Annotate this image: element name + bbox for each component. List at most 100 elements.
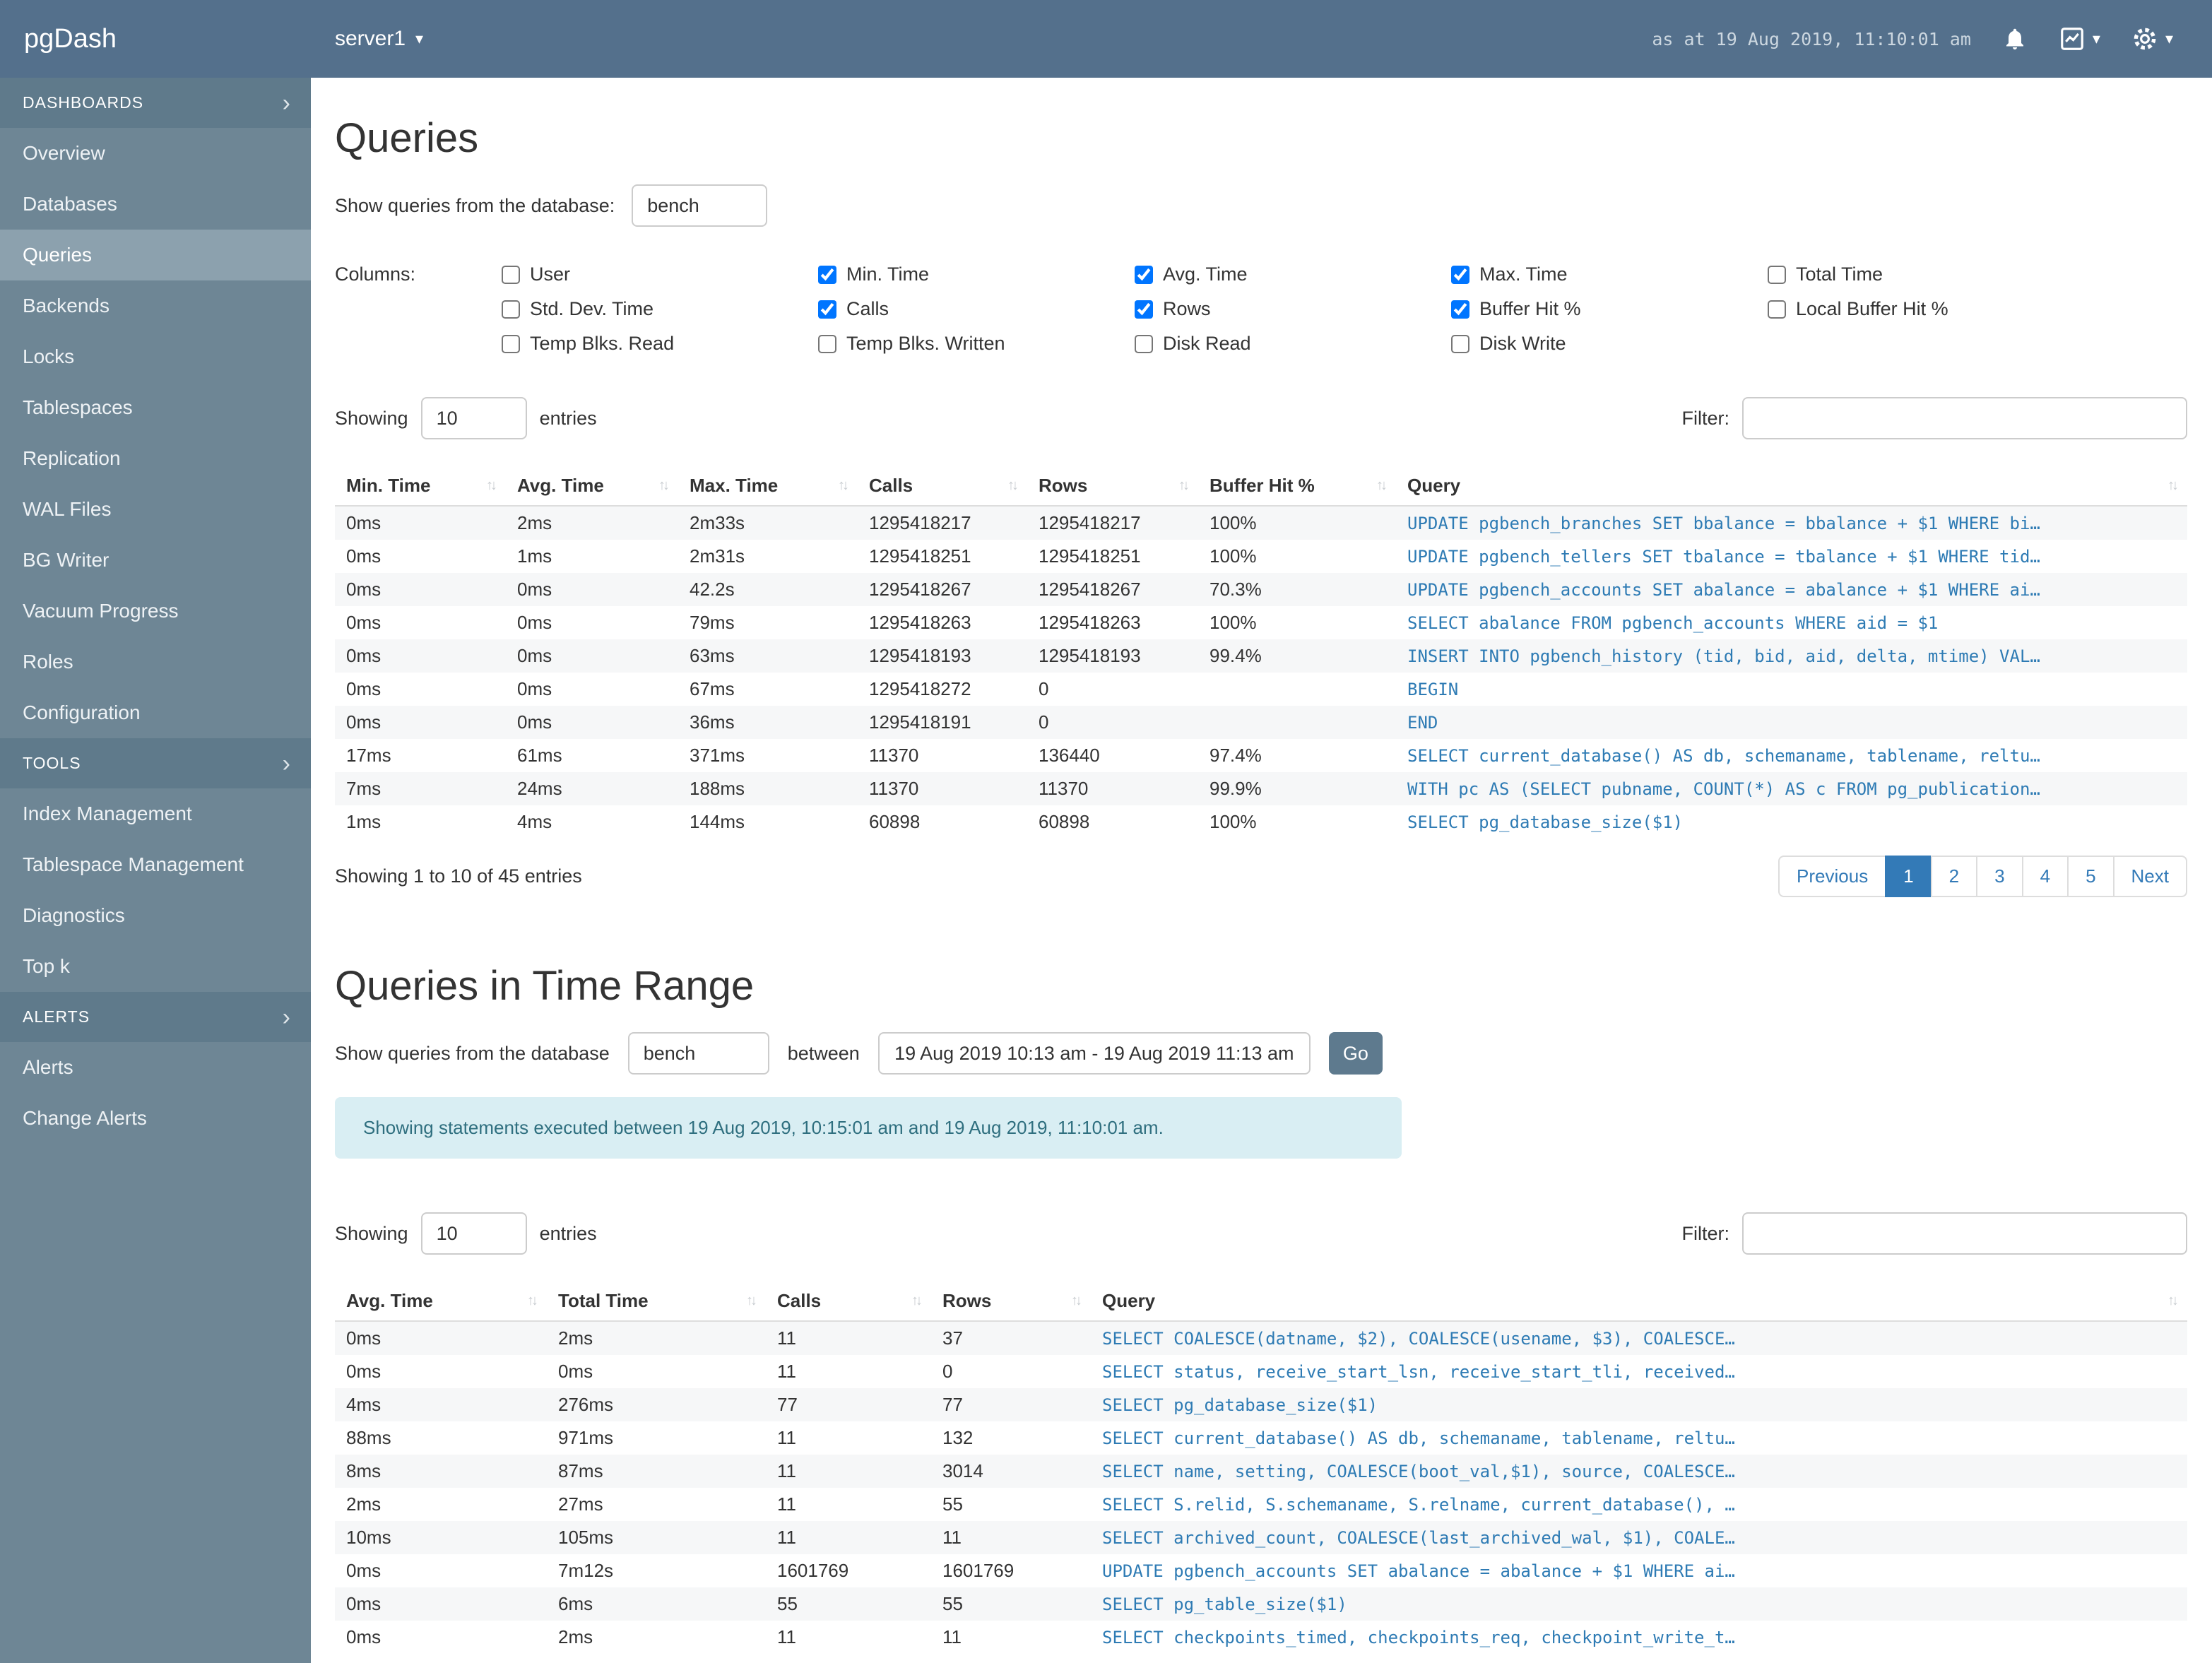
column-header-avg-time[interactable]: Avg. Time ↑↓ [335,1283,547,1322]
column-option-disk-write[interactable]: Disk Write [1451,333,1768,355]
sidebar-item-bg-writer[interactable]: BG Writer [0,535,311,586]
column-header-rows[interactable]: Rows ↑↓ [931,1283,1091,1322]
checkbox-user[interactable] [502,265,520,284]
checkbox-disk-write[interactable] [1451,334,1469,353]
checkbox-buffer-hit[interactable] [1451,300,1469,319]
sidebar-item-backends[interactable]: Backends [0,280,311,331]
query-link[interactable]: SELECT archived_count, COALESCE(last_arc… [1102,1528,1735,1548]
column-header-buffer-hit[interactable]: Buffer Hit % ↑↓ [1198,468,1396,507]
query-link[interactable]: SELECT abalance FROM pgbench_accounts WH… [1407,613,1938,633]
filter-input[interactable] [1742,397,2187,439]
query-link[interactable]: SELECT name, setting, COALESCE(boot_val,… [1102,1462,1735,1481]
sidebar-item-diagnostics[interactable]: Diagnostics [0,890,311,941]
sidebar-item-vacuum-progress[interactable]: Vacuum Progress [0,586,311,637]
column-header-calls[interactable]: Calls ↑↓ [766,1283,931,1322]
checkbox-std-dev-time[interactable] [502,300,520,319]
column-option-std-dev-time[interactable]: Std. Dev. Time [502,298,818,320]
database-input[interactable] [632,184,768,227]
column-option-temp-blks-read[interactable]: Temp Blks. Read [502,333,818,355]
sidebar-section-dashboards[interactable]: DASHBOARDS › [0,78,311,128]
sidebar-item-top-k[interactable]: Top k [0,941,311,992]
sidebar-item-roles[interactable]: Roles [0,637,311,687]
checkbox-disk-read[interactable] [1135,334,1153,353]
checkbox-temp-blks-written[interactable] [818,334,836,353]
query-link[interactable]: SELECT COALESCE(datname, $2), COALESCE(u… [1102,1329,1735,1349]
page-3[interactable]: 3 [1976,856,2023,897]
notifications-button[interactable] [2002,26,2028,52]
column-header-min-time[interactable]: Min. Time ↑↓ [335,468,506,507]
sidebar-section-tools[interactable]: TOOLS › [0,738,311,788]
column-option-max-time[interactable]: Max. Time [1451,264,1768,285]
checkbox-temp-blks-read[interactable] [502,334,520,353]
sidebar-item-overview[interactable]: Overview [0,128,311,179]
server-selector[interactable]: server1 ▾ [335,27,423,51]
column-header-avg-time[interactable]: Avg. Time ↑↓ [506,468,678,507]
sidebar-item-configuration[interactable]: Configuration [0,687,311,738]
query-link[interactable]: UPDATE pgbench_branches SET bbalance = b… [1407,514,2040,533]
checkbox-min-time[interactable] [818,265,836,284]
sidebar-item-change-alerts[interactable]: Change Alerts [0,1093,311,1144]
column-option-rows[interactable]: Rows [1135,298,1451,320]
query-link[interactable]: SELECT pg_database_size($1) [1102,1395,1378,1415]
column-header-rows[interactable]: Rows ↑↓ [1027,468,1198,507]
query-link[interactable]: SELECT pg_database_size($1) [1407,812,1683,832]
column-option-min-time[interactable]: Min. Time [818,264,1135,285]
sidebar-item-tablespaces[interactable]: Tablespaces [0,382,311,433]
checkbox-max-time[interactable] [1451,265,1469,284]
charts-menu-button[interactable]: ▾ [2059,25,2100,52]
column-option-local-buffer-hit[interactable]: Local Buffer Hit % [1768,298,2084,320]
sidebar-section-alerts[interactable]: ALERTS › [0,992,311,1042]
checkbox-total-time[interactable] [1768,265,1786,284]
column-header-query[interactable]: Query ↑↓ [1091,1283,2187,1322]
query-link[interactable]: END [1407,713,1438,733]
column-option-calls[interactable]: Calls [818,298,1135,320]
settings-menu-button[interactable]: ▾ [2131,25,2173,52]
time-range-input[interactable] [877,1032,1311,1075]
checkbox-local-buffer-hit[interactable] [1768,300,1786,319]
query-link[interactable]: SELECT checkpoints_timed, checkpoints_re… [1102,1628,1735,1647]
sidebar-item-replication[interactable]: Replication [0,433,311,484]
query-link[interactable]: WITH pc AS (SELECT pubname, COUNT(*) AS … [1407,779,2040,799]
column-header-max-time[interactable]: Max. Time ↑↓ [678,468,858,507]
page-5[interactable]: 5 [2067,856,2115,897]
column-header-query[interactable]: Query ↑↓ [1396,468,2187,507]
column-option-temp-blks-written[interactable]: Temp Blks. Written [818,333,1135,355]
sidebar-item-wal-files[interactable]: WAL Files [0,484,311,535]
page-4[interactable]: 4 [2021,856,2069,897]
query-link[interactable]: INSERT INTO pgbench_history (tid, bid, a… [1407,646,2040,666]
brand-logo[interactable]: pgDash [0,24,311,54]
column-option-avg-time[interactable]: Avg. Time [1135,264,1451,285]
sidebar-item-queries[interactable]: Queries [0,230,311,280]
go-button[interactable]: Go [1328,1032,1383,1075]
query-link[interactable]: SELECT current_database() AS db, scheman… [1407,746,2040,766]
checkbox-avg-time[interactable] [1135,265,1153,284]
query-link[interactable]: UPDATE pgbench_accounts SET abalance = a… [1102,1561,1735,1581]
page-2[interactable]: 2 [1930,856,1978,897]
query-link[interactable]: BEGIN [1407,680,1458,699]
sidebar-item-locks[interactable]: Locks [0,331,311,382]
column-option-total-time[interactable]: Total Time [1768,264,2084,285]
filter-input[interactable] [1742,1212,2187,1255]
query-link[interactable]: SELECT status, receive_start_lsn, receiv… [1102,1362,1735,1382]
column-header-total-time[interactable]: Total Time ↑↓ [547,1283,766,1322]
entries-count-input[interactable] [420,397,527,439]
column-header-calls[interactable]: Calls ↑↓ [858,468,1027,507]
query-link[interactable]: UPDATE pgbench_tellers SET tbalance = tb… [1407,547,2040,567]
column-option-user[interactable]: User [502,264,818,285]
checkbox-calls[interactable] [818,300,836,319]
query-link[interactable]: SELECT pg_table_size($1) [1102,1594,1347,1614]
sidebar-item-alerts[interactable]: Alerts [0,1042,311,1093]
entries-count-input[interactable] [420,1212,527,1255]
column-option-buffer-hit[interactable]: Buffer Hit % [1451,298,1768,320]
query-link[interactable]: UPDATE pgbench_accounts SET abalance = a… [1407,580,2040,600]
query-link[interactable]: SELECT current_database() AS db, scheman… [1102,1428,1735,1448]
page-previous[interactable]: Previous [1778,856,1887,897]
column-option-disk-read[interactable]: Disk Read [1135,333,1451,355]
checkbox-rows[interactable] [1135,300,1153,319]
page-1[interactable]: 1 [1885,856,1932,897]
query-link[interactable]: SELECT S.relid, S.schemaname, S.relname,… [1102,1495,1735,1515]
page-next[interactable]: Next [2112,856,2187,897]
sidebar-item-tablespace-management[interactable]: Tablespace Management [0,839,311,890]
sidebar-item-index-management[interactable]: Index Management [0,788,311,839]
database-input[interactable] [627,1032,769,1075]
